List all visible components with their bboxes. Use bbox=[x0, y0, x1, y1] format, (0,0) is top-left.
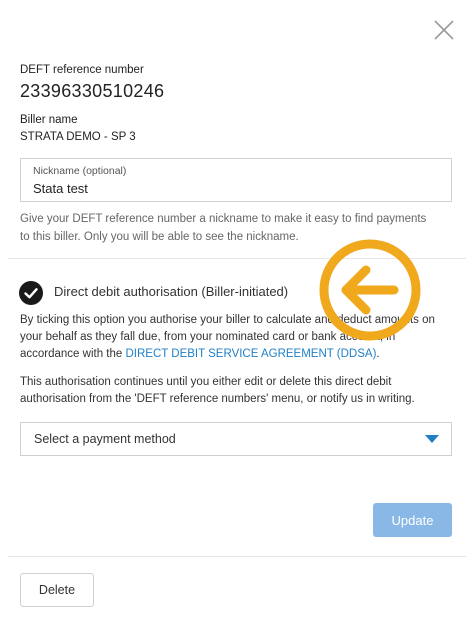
paragraph-text: . bbox=[376, 348, 380, 360]
update-button[interactable]: Update bbox=[373, 503, 452, 537]
paragraph-line: authorisation from the 'DEFT reference n… bbox=[20, 393, 415, 405]
paragraph-text: accordance with the bbox=[20, 348, 126, 360]
caret-down-icon bbox=[425, 435, 439, 443]
payment-method-value: Select a payment method bbox=[34, 432, 176, 446]
biller-name: STRATA DEMO - SP 3 bbox=[20, 131, 136, 143]
nickname-field-label: Nickname (optional) bbox=[33, 165, 127, 177]
reference-label: DEFT reference number bbox=[20, 64, 144, 76]
checkmark-circle-icon[interactable] bbox=[19, 281, 43, 305]
payment-method-select[interactable]: Select a payment method bbox=[20, 422, 452, 456]
ddsa-link[interactable]: DIRECT DEBIT SERVICE AGREEMENT (DDSA) bbox=[125, 348, 376, 360]
direct-debit-title[interactable]: Direct debit authorisation (Biller-initi… bbox=[54, 284, 288, 299]
paragraph-line: This authorisation continues until you e… bbox=[20, 376, 392, 388]
close-button[interactable] bbox=[430, 16, 458, 44]
reference-number: 23396330510246 bbox=[20, 81, 165, 101]
delete-button[interactable]: Delete bbox=[20, 573, 94, 607]
left-arrow-circle-icon bbox=[319, 239, 421, 341]
paragraph-line: accordance with the DIRECT DEBIT SERVICE… bbox=[20, 346, 460, 363]
close-icon bbox=[434, 20, 454, 40]
continuation-paragraph: This authorisation continues until you e… bbox=[20, 374, 460, 408]
nickname-field[interactable]: Nickname (optional) Stata test bbox=[20, 158, 452, 202]
helper-line: Give your DEFT reference number a nickna… bbox=[20, 213, 427, 225]
divider bbox=[8, 556, 466, 557]
nickname-value[interactable]: Stata test bbox=[33, 181, 88, 196]
biller-label: Biller name bbox=[20, 114, 78, 126]
